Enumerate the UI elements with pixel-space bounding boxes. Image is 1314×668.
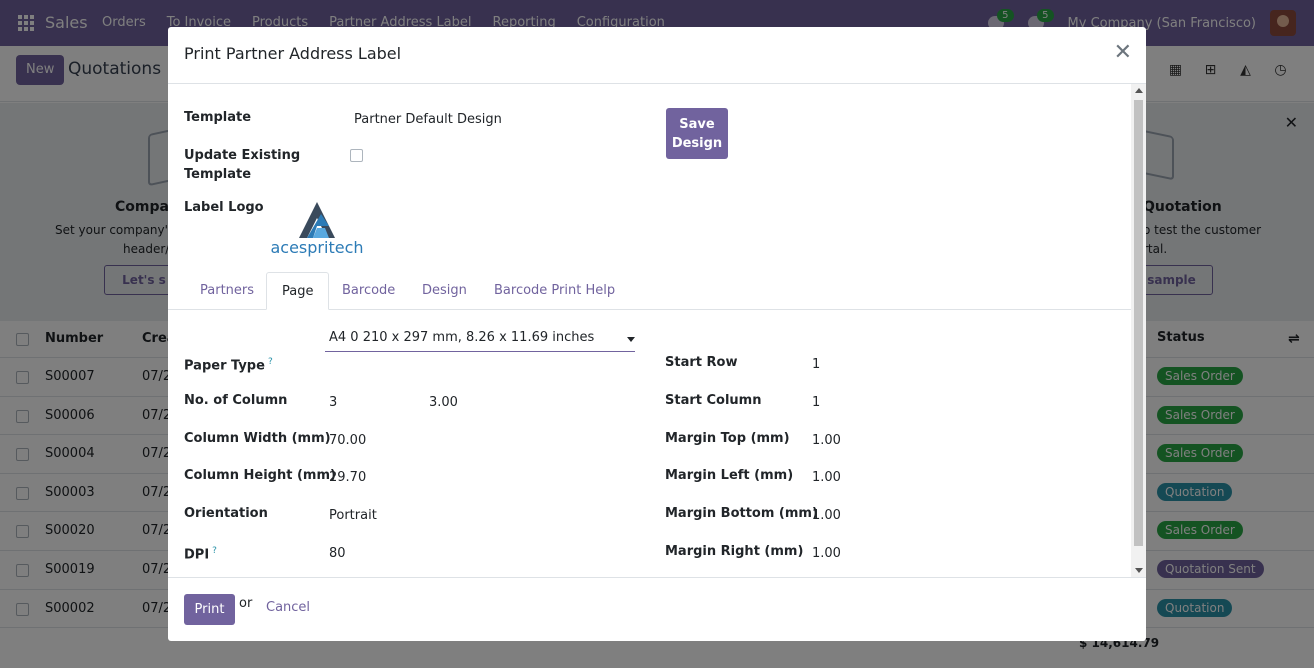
column-height-field[interactable]: 29.70 — [329, 468, 366, 487]
paper-type-value: A4 0 210 x 297 mm, 8.26 x 11.69 inches — [329, 330, 595, 345]
dialog-body: Template Partner Default Design Update E… — [168, 84, 1146, 577]
print-button[interactable]: Print — [184, 594, 235, 625]
scrollbar-thumb[interactable] — [1134, 100, 1143, 546]
update-template-checkbox[interactable] — [350, 149, 363, 162]
acespritech-logo-icon — [299, 202, 335, 238]
dpi-label: DPI? — [184, 546, 217, 563]
columns-field[interactable]: 3 — [329, 393, 337, 412]
paper-type-select[interactable]: A4 0 210 x 297 mm, 8.26 x 11.69 inches — [325, 327, 635, 352]
logo-text: acespritech — [270, 238, 364, 257]
save-design-button[interactable]: Save Design — [666, 108, 728, 159]
orientation-field[interactable]: Portrait — [329, 506, 377, 525]
tab-barcode[interactable]: Barcode — [327, 272, 410, 310]
dpi-help-icon[interactable]: ? — [212, 546, 217, 556]
orientation-label: Orientation — [184, 506, 268, 521]
margin-right-label: Margin Right (mm) — [665, 544, 804, 559]
start-row-field[interactable]: 1 — [812, 355, 820, 374]
dialog-scrollbar[interactable] — [1131, 84, 1146, 577]
paper-type-label: Paper Type? — [184, 357, 273, 374]
chevron-down-icon — [627, 337, 635, 342]
margin-left-field[interactable]: 1.00 — [812, 468, 841, 487]
margin-bottom-label: Margin Bottom (mm) — [665, 506, 818, 521]
scroll-down-icon[interactable] — [1135, 568, 1143, 573]
dialog-title: Print Partner Address Label — [184, 44, 402, 63]
dialog-tabs: Partners Page Barcode Design Barcode Pri… — [168, 272, 1131, 310]
dialog-footer: Print or Cancel — [168, 577, 1146, 641]
start-row-label: Start Row — [665, 355, 738, 370]
columns-label: No. of Column — [184, 393, 288, 408]
margin-bottom-field[interactable]: 1.00 — [812, 506, 841, 525]
paper-type-help-icon[interactable]: ? — [268, 357, 273, 367]
margin-top-field[interactable]: 1.00 — [812, 431, 841, 450]
close-icon[interactable]: ✕ — [1114, 42, 1132, 64]
label-logo-image[interactable]: acespritech — [269, 200, 365, 260]
template-label: Template — [184, 110, 252, 125]
tab-page[interactable]: Page — [266, 272, 330, 310]
dialog-header: Print Partner Address Label ✕ — [168, 27, 1146, 84]
label-logo-label: Label Logo — [184, 200, 264, 215]
margin-right-field[interactable]: 1.00 — [812, 544, 841, 563]
column-width-field[interactable]: 70.00 — [329, 431, 366, 450]
tab-barcode-print-help[interactable]: Barcode Print Help — [479, 272, 630, 310]
update-template-label: Update Existing Template — [184, 148, 301, 182]
template-field[interactable]: Partner Default Design — [354, 110, 502, 129]
columns-extra-field[interactable]: 3.00 — [429, 393, 458, 412]
tab-design[interactable]: Design — [407, 272, 482, 310]
or-text: or — [239, 596, 253, 611]
cancel-link[interactable]: Cancel — [266, 600, 310, 615]
scroll-up-icon[interactable] — [1135, 88, 1143, 93]
margin-left-label: Margin Left (mm) — [665, 468, 794, 483]
print-label-dialog: Print Partner Address Label ✕ Template P… — [168, 27, 1146, 641]
margin-top-label: Margin Top (mm) — [665, 431, 790, 446]
tab-partners[interactable]: Partners — [185, 272, 269, 310]
column-height-label: Column Height (mm) — [184, 468, 336, 483]
dpi-field[interactable]: 80 — [329, 544, 346, 563]
start-column-label: Start Column — [665, 393, 762, 408]
start-column-field[interactable]: 1 — [812, 393, 820, 412]
column-width-label: Column Width (mm) — [184, 431, 331, 446]
